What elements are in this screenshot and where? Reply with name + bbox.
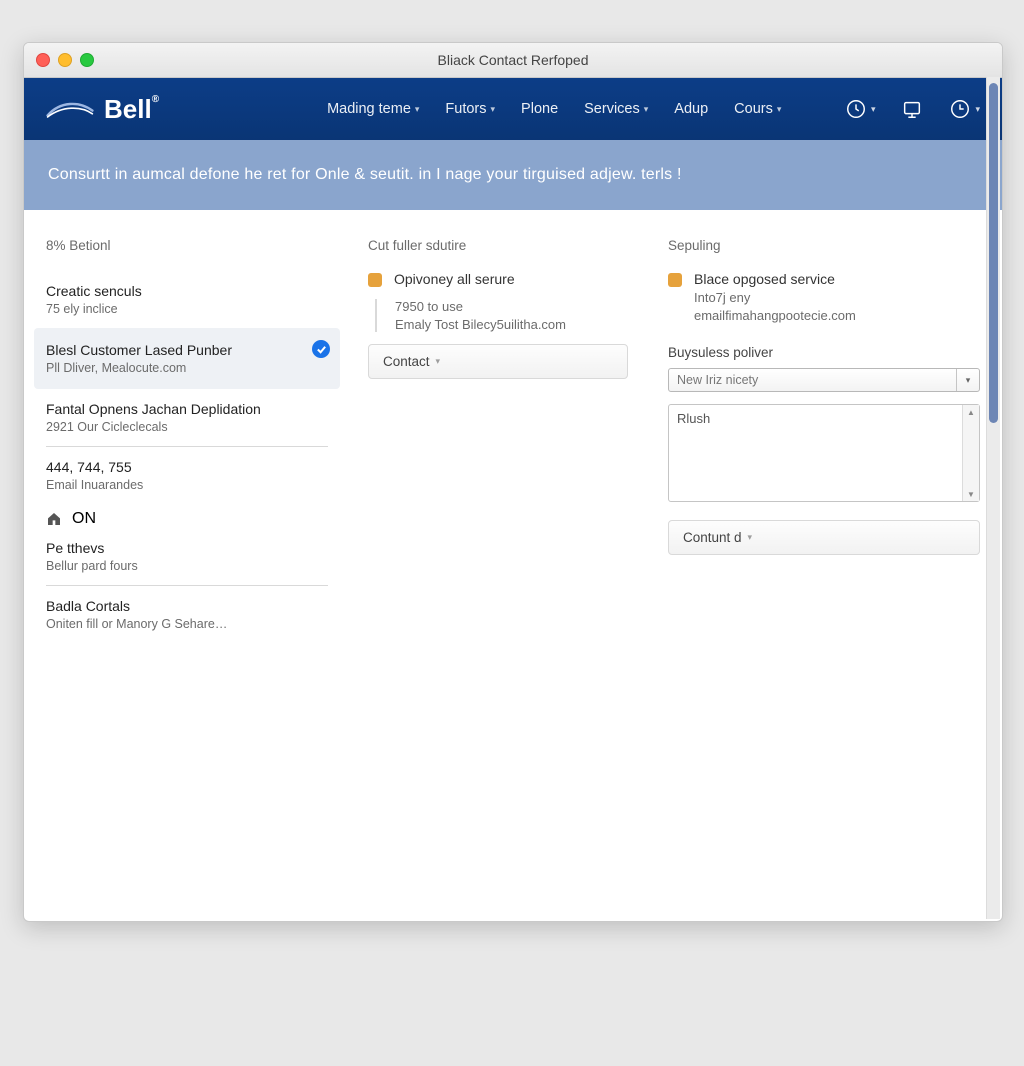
right-card: Blace opgosed service Into7j eny emailfi…	[668, 271, 980, 323]
brand-logo[interactable]: Bell®	[46, 94, 159, 125]
nav-item-5[interactable]: Cours ▾	[734, 101, 781, 117]
left-item-2[interactable]: Fantal Opnens Jachan Deplidation 2921 Ou…	[46, 389, 328, 446]
nav-items: Mading teme ▾ Futors ▾ Plone Services ▾ Adu…	[327, 101, 781, 117]
poliver-listbox[interactable]: Rlush ▲ ▼	[668, 404, 980, 502]
mid-card: Opivoney all serure	[368, 271, 628, 287]
dropdown-placeholder: New Iriz nicety	[677, 373, 758, 387]
nav-clock-menu[interactable]: ▾	[949, 98, 980, 120]
left-item-1[interactable]: Blesl Customer Lased Punber Pll Dliver, …	[34, 328, 340, 389]
brand-name: Bell	[104, 94, 152, 124]
chevron-down-icon: ▾	[777, 104, 782, 115]
left-item-3[interactable]: 444, 744, 755 Email Inuarandes	[46, 446, 328, 504]
listbox-value: Rlush	[669, 405, 962, 501]
item-title: Fantal Opnens Jachan Deplidation	[46, 401, 328, 417]
nav-item-label: Services	[584, 101, 640, 117]
bada-item[interactable]: Badla Cortals Oniten fill or Manory G Se…	[46, 585, 328, 643]
chevron-down-icon: ▾	[871, 104, 876, 115]
bell-swoosh-icon	[46, 98, 94, 120]
nav-item-4[interactable]: Adup	[674, 101, 708, 117]
nav-item-label: Adup	[674, 101, 708, 117]
listbox-scrollbar[interactable]: ▲ ▼	[962, 405, 979, 501]
nav-item-3[interactable]: Services ▾	[584, 101, 648, 117]
button-label: Contunt d	[683, 530, 742, 545]
card-line2: emailfimahangpootecie.com	[694, 308, 856, 323]
patthevs-item[interactable]: Pe tthevs Bellur pard fours	[46, 528, 328, 585]
nav-item-label: Futors	[445, 101, 486, 117]
item-title: Creatic senculs	[46, 283, 328, 299]
titlebar: Bliack Contact Rerfoped	[24, 43, 1002, 78]
clock-icon	[949, 98, 971, 120]
banner-text: Consurtt in aumcal defone he ret for Onl…	[48, 166, 682, 183]
nav-item-label: Plone	[521, 101, 558, 117]
mid-column: Cut fuller sdutire Opivoney all serure 7…	[368, 238, 628, 886]
card-line2: Emaly Tost Bilecy5uilitha.com	[395, 317, 628, 332]
item-title: Pe tthevs	[46, 540, 328, 556]
scrollbar-thumb[interactable]	[989, 83, 998, 423]
mid-card-details: 7950 to use Emaly Tost Bilecy5uilitha.co…	[375, 299, 628, 332]
button-label: Contact	[383, 354, 430, 369]
nav-item-2[interactable]: Plone	[521, 101, 558, 117]
nav-item-label: Mading teme	[327, 101, 411, 117]
nav-item-0[interactable]: Mading teme ▾	[327, 101, 419, 117]
item-title: 444, 744, 755	[46, 459, 328, 475]
item-subtitle: 2921 Our Cicleclecals	[46, 420, 328, 434]
left-item-0[interactable]: Creatic senculs 75 ely inclice	[46, 271, 328, 328]
item-title: Blesl Customer Lased Punber	[46, 342, 328, 358]
contunt-button[interactable]: Contunt d ▾	[668, 520, 980, 555]
scroll-track[interactable]	[963, 419, 979, 487]
chevron-down-icon: ▾	[644, 104, 649, 115]
chevron-down-icon: ▾	[975, 104, 980, 115]
card-title: Blace opgosed service	[694, 271, 856, 287]
left-column: 8% Betionl Creatic senculs 75 ely inclic…	[46, 238, 328, 886]
right-heading: Sepuling	[668, 238, 980, 253]
selected-check-icon	[312, 340, 330, 358]
history-icon	[845, 98, 867, 120]
chevron-down-icon: ▾	[956, 369, 979, 391]
chevron-down-icon: ▾	[748, 532, 753, 543]
scroll-up-icon[interactable]: ▲	[963, 405, 979, 419]
home-label: ON	[72, 510, 96, 528]
chevron-down-icon: ▾	[415, 104, 420, 115]
service-icon	[668, 273, 682, 287]
left-heading: 8% Betionl	[46, 238, 328, 253]
brand-trademark: ®	[152, 94, 159, 105]
item-subtitle: Bellur pard fours	[46, 559, 328, 573]
chevron-down-icon: ▾	[436, 356, 441, 367]
item-title: Badla Cortals	[46, 598, 328, 614]
right-column: Sepuling Blace opgosed service Into7j en…	[668, 238, 980, 886]
item-subtitle: 75 ely inclice	[46, 302, 328, 316]
mid-heading: Cut fuller sdutire	[368, 238, 628, 253]
item-subtitle: Email Inuarandes	[46, 478, 328, 492]
navbar: Bell® Mading teme ▾ Futors ▾ Plone Service…	[24, 78, 1002, 140]
main-content: 8% Betionl Creatic senculs 75 ely inclic…	[24, 210, 1002, 914]
scroll-down-icon[interactable]: ▼	[963, 487, 979, 501]
contact-button[interactable]: Contact ▾	[368, 344, 628, 379]
home-row[interactable]: ON	[46, 510, 328, 528]
home-icon	[46, 511, 62, 527]
info-banner: Consurtt in aumcal defone he ret for Onl…	[24, 140, 1002, 210]
nav-item-1[interactable]: Futors ▾	[445, 101, 495, 117]
window-scrollbar[interactable]	[986, 77, 1000, 919]
chevron-down-icon: ▾	[491, 104, 496, 115]
card-line1: Into7j eny	[694, 290, 856, 305]
card-line1: 7950 to use	[395, 299, 628, 314]
nav-item-label: Cours	[734, 101, 773, 117]
service-icon	[368, 273, 382, 287]
poliver-label: Buysuless poliver	[668, 345, 980, 360]
app-window: Bliack Contact Rerfoped Bell® Mading tem…	[23, 42, 1003, 922]
device-icon[interactable]	[901, 98, 923, 120]
nav-history-menu[interactable]: ▾	[845, 98, 876, 120]
window-title: Bliack Contact Rerfoped	[24, 52, 1002, 68]
poliver-dropdown[interactable]: New Iriz nicety ▾	[668, 368, 980, 392]
item-subtitle: Oniten fill or Manory G Sehare…	[46, 617, 328, 631]
item-subtitle: Pll Dliver, Mealocute.com	[46, 361, 328, 375]
nav-icons: ▾ ▾	[845, 98, 980, 120]
card-title: Opivoney all serure	[394, 271, 515, 287]
